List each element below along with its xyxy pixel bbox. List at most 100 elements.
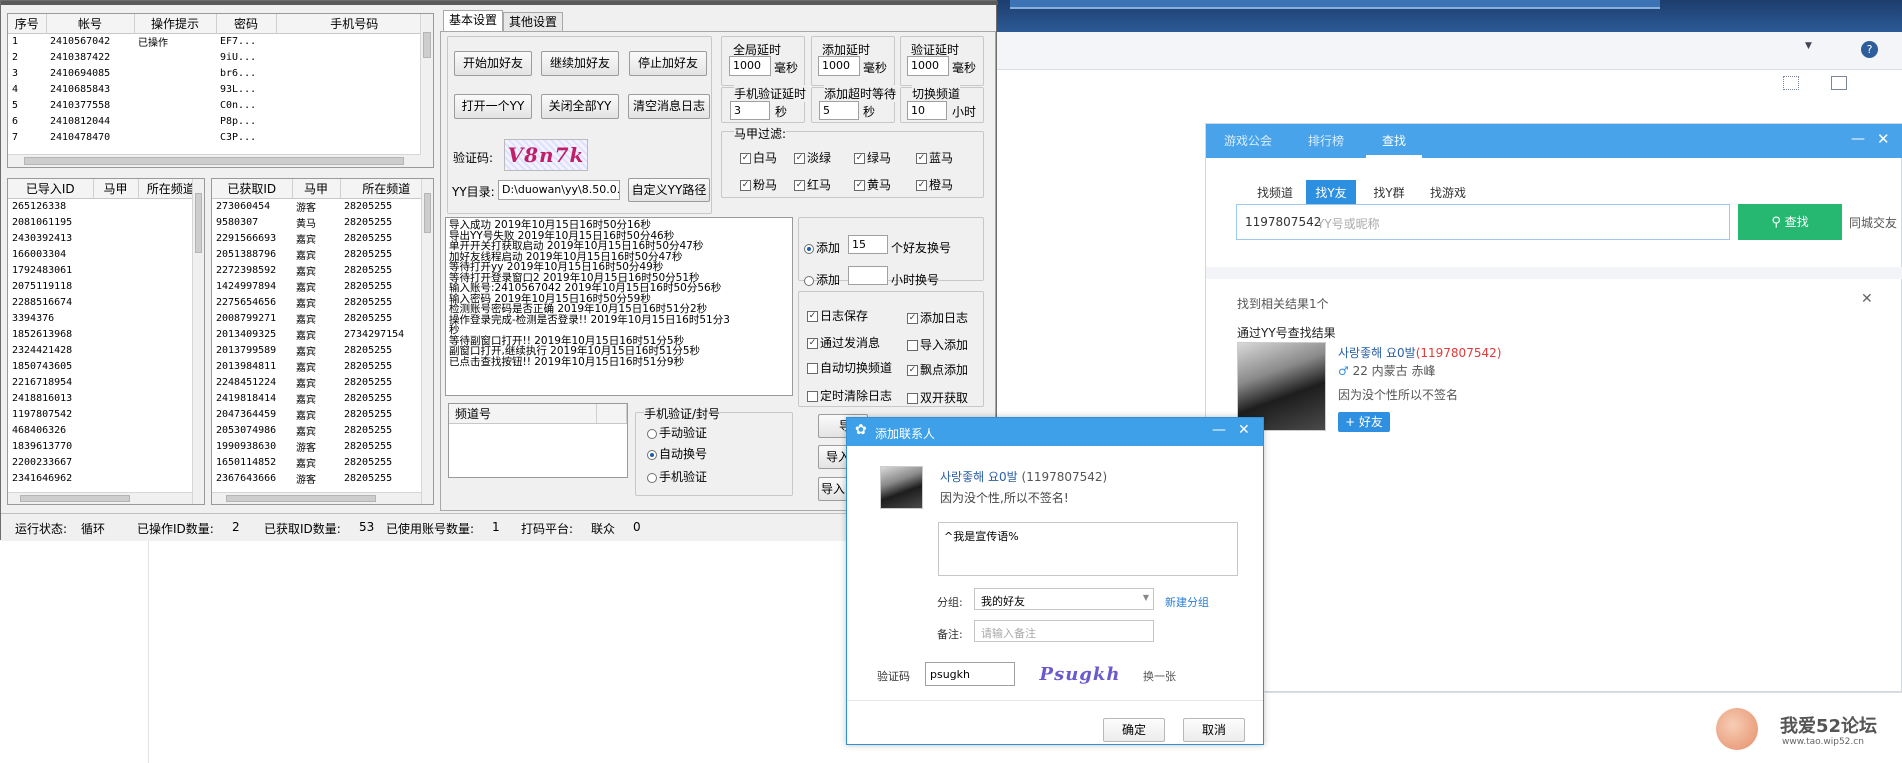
note-input[interactable]: 请输入备注: [974, 620, 1154, 642]
scroll-thumb[interactable]: [20, 495, 130, 502]
table-row[interactable]: 2367643666 游客 28205255: [212, 470, 433, 486]
table-row[interactable]: 4 2410685843 93L...: [8, 81, 433, 97]
tab-ranking[interactable]: 排行榜: [1298, 124, 1354, 158]
scroll-thumb[interactable]: [424, 193, 431, 233]
vertical-scrollbar[interactable]: [420, 14, 433, 167]
table-row[interactable]: 2275654656 嘉宾 28205255: [212, 294, 433, 310]
custom-yy-path-button[interactable]: 自定义YY路径: [628, 178, 710, 202]
table-row[interactable]: 468406326: [8, 422, 204, 438]
tab-basic-settings[interactable]: 基本设置: [443, 10, 503, 32]
close-result-icon[interactable]: ✕: [1861, 291, 1873, 307]
close-icon[interactable]: ✕: [1238, 422, 1250, 438]
table-row[interactable]: 1990938630 游客 28205255: [212, 438, 433, 454]
table-row[interactable]: 2013984811 嘉宾 28205255: [212, 358, 433, 374]
table-row[interactable]: 1850743605: [8, 358, 204, 374]
table-row[interactable]: 7 2410478470 C3P...: [8, 129, 433, 145]
search-tab-group[interactable]: 找Y群: [1364, 180, 1414, 206]
user-name-line[interactable]: 사랑좋해 요0발(1197807542): [1338, 344, 1501, 361]
double-fetch-checkbox[interactable]: 双开获取: [907, 389, 968, 406]
close-icon[interactable]: ✕: [1877, 130, 1890, 148]
help-icon[interactable]: ?: [1861, 41, 1878, 58]
table-row[interactable]: 2419818414 嘉宾 28205255: [212, 390, 433, 406]
cancel-button[interactable]: 取消: [1183, 718, 1245, 742]
message-log[interactable]: 导入成功 2019年10月15日16时50分16秒 导出YY号失败 2019年10…: [445, 217, 793, 396]
fetched-id-table[interactable]: 已获取ID 马甲 所在频道 273060454 游客 28205255 9580307…: [211, 178, 434, 505]
city-friend-link[interactable]: 同城交友: [1849, 214, 1897, 231]
scroll-thumb[interactable]: [24, 157, 404, 165]
table-row[interactable]: 2418816013: [8, 390, 204, 406]
filter-white[interactable]: ✓ 白马: [740, 149, 777, 166]
table-row[interactable]: 3 2410694085 br6...: [8, 65, 433, 81]
auto-switch-checkbox[interactable]: 自动切换频道: [807, 359, 892, 376]
table-row[interactable]: 2 2410387422 9iU...: [8, 49, 433, 65]
table-row[interactable]: 2216718954: [8, 374, 204, 390]
filter-red[interactable]: ✓ 红马: [794, 176, 831, 193]
table-row[interactable]: 3394376: [8, 310, 204, 326]
add-delay-input[interactable]: 1000: [818, 56, 860, 76]
table-row[interactable]: 2341646962: [8, 470, 204, 486]
filter-light-green[interactable]: ✓ 淡绿: [794, 149, 831, 166]
stop-add-friend-button[interactable]: 停止加好友: [629, 51, 707, 76]
manual-verify-radio[interactable]: 手动验证: [647, 424, 707, 441]
add-friend-button[interactable]: + 好友: [1338, 412, 1390, 432]
table-row[interactable]: 2013799589 嘉宾 28205255: [212, 342, 433, 358]
window-layout-icon[interactable]: [1831, 76, 1847, 90]
table-row[interactable]: 1792483061: [8, 262, 204, 278]
vertical-scrollbar[interactable]: [192, 179, 204, 504]
add-count-option[interactable]: 添加: [804, 239, 840, 256]
table-row[interactable]: 273060454 游客 28205255: [212, 198, 433, 214]
horizontal-scrollbar[interactable]: [8, 154, 421, 167]
search-tab-game[interactable]: 找游戏: [1420, 180, 1476, 206]
add-hours-input[interactable]: [848, 266, 888, 285]
account-table[interactable]: 序号 帐号 操作提示 密码 手机号码 1 2410567042 已操作 EF7... 2…: [7, 13, 434, 168]
continue-add-friend-button[interactable]: 继续加好友: [541, 51, 619, 76]
new-group-link[interactable]: 新建分组: [1165, 594, 1209, 610]
table-row[interactable]: 2081061195: [8, 214, 204, 230]
close-all-yy-button[interactable]: 关闭全部YY: [541, 94, 619, 119]
verify-delay-input[interactable]: 1000: [907, 56, 949, 76]
horizontal-scrollbar[interactable]: [8, 492, 192, 504]
table-row[interactable]: 2324421428: [8, 342, 204, 358]
search-tab-friend[interactable]: 找Y友: [1306, 180, 1356, 206]
table-row[interactable]: 2053074986 嘉宾 28205255: [212, 422, 433, 438]
search-tab-channel[interactable]: 找频道: [1248, 180, 1302, 206]
filter-pink[interactable]: ✓ 粉马: [740, 176, 777, 193]
channel-list[interactable]: 频道号: [448, 403, 628, 478]
start-add-friend-button[interactable]: 开始加好友: [454, 51, 532, 76]
phone-delay-input[interactable]: 3: [730, 101, 770, 120]
table-row[interactable]: 2013409325 嘉宾 2734297154: [212, 326, 433, 342]
add-hours-option[interactable]: 添加: [804, 271, 840, 288]
phone-verify-radio[interactable]: 手机验证: [647, 468, 707, 485]
minimize-icon[interactable]: —: [1212, 422, 1226, 438]
table-row[interactable]: 2075119118: [8, 278, 204, 294]
tab-search[interactable]: 查找: [1366, 124, 1422, 158]
import-add-checkbox[interactable]: 导入添加: [907, 336, 968, 353]
add-count-input[interactable]: 15: [848, 235, 888, 254]
table-row[interactable]: 2430392413: [8, 230, 204, 246]
verify-message-input[interactable]: ^我是宣传语%: [938, 522, 1238, 576]
table-row[interactable]: 2291566693 嘉宾 28205255: [212, 230, 433, 246]
search-input[interactable]: 1197807542 YY号或昵称: [1236, 204, 1730, 240]
table-row[interactable]: 1424997894 嘉宾 28205255: [212, 278, 433, 294]
table-row[interactable]: 1197807542: [8, 406, 204, 422]
table-row[interactable]: 1839613770: [8, 438, 204, 454]
chevron-down-icon[interactable]: ▼: [1805, 41, 1812, 51]
log-save-checkbox[interactable]: ✓ 日志保存: [807, 307, 868, 324]
minimize-icon[interactable]: —: [1851, 131, 1865, 147]
global-delay-input[interactable]: 1000: [729, 56, 771, 76]
ok-button[interactable]: 确定: [1103, 718, 1165, 742]
filter-yellow[interactable]: ✓ 黄马: [854, 176, 891, 193]
scroll-thumb[interactable]: [195, 193, 202, 253]
float-add-checkbox[interactable]: ✓ 飘点添加: [907, 361, 968, 378]
yy-dir-input[interactable]: D:\duowan\yy\8.50.0.: [498, 180, 620, 200]
timeout-input[interactable]: 5: [819, 101, 859, 120]
table-row[interactable]: 1852613968: [8, 326, 204, 342]
filter-green[interactable]: ✓ 绿马: [854, 149, 891, 166]
table-row[interactable]: 6 2410812044 P8p...: [8, 113, 433, 129]
horizontal-scrollbar[interactable]: [212, 492, 421, 504]
clear-log-button[interactable]: 清空消息日志: [628, 94, 710, 119]
open-yy-button[interactable]: 打开一个YY: [454, 94, 532, 119]
table-row[interactable]: 2051388796 嘉宾 28205255: [212, 246, 433, 262]
scroll-thumb[interactable]: [226, 495, 376, 502]
search-button[interactable]: ⚲ 查找: [1738, 204, 1842, 240]
